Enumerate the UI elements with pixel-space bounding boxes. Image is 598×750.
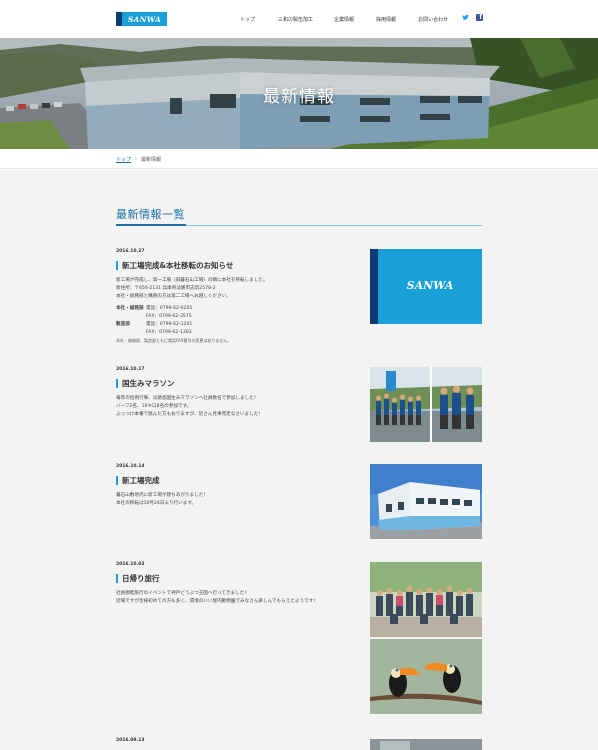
breadcrumb-home[interactable]: トップ [116,156,131,163]
hero-title: 最新情報 [263,87,335,107]
news-item: 2016.09.13 [116,738,482,750]
contact-row: FAX：0799-62-1303 [116,329,356,337]
news-title[interactable]: 新工場完成 [116,476,160,485]
news-line: 本社・総務部と購買の方は第二工場へお越しください。 [116,294,231,299]
news-thumbnail[interactable] [370,367,482,442]
nav-fabrication[interactable]: 三和の製缶加工 [278,16,313,23]
news-line: 近場ですが皆様初めての方も多く、環境のいい屋内動物園でみなさん楽しんでもらえたよ… [116,599,318,604]
group-photo [370,562,482,637]
news-line: ハーフ2名、10キロ8名の参加です。 [116,404,192,409]
contact-row: 本社・総務部 電話：0799-62-0205 [116,305,356,313]
main-content: 最新情報一覧 2016.10.27 新工場完成&本社移転のお知らせ 新工場が完成… [0,170,598,750]
nav-company[interactable]: 企業情報 [334,16,354,23]
news-body: 暮石山敷地内に新工場が建ちあがりました！ 本社の移転は10月24日より行います。 [116,492,356,508]
contact-fax: FAX：0799-62-3575 [146,314,192,319]
breadcrumb-current: 最新情報 [141,157,162,163]
facebook-icon[interactable]: f [476,14,483,21]
breadcrumb-bar: トップ › 最新情報 [0,149,598,169]
thumbnail-logo-text: SANWA [406,279,454,292]
contact-phone: 電話：0799-62-1201 [146,322,193,327]
news-item: 2016.10.03 日帰り旅行 社員親睦旅行のイベントで神戸どうぶつ王国へ行っ… [116,562,482,722]
contact-phone: 電話：0799-62-0205 [146,306,193,311]
twitter-icon[interactable] [462,14,469,21]
news-item: 2016.10.27 新工場完成&本社移転のお知らせ 新工場が完成し、第一工場（… [116,249,482,349]
news-title[interactable]: 日帰り旅行 [116,574,160,583]
news-line: ぶっつけ本番で挑んだ方もおりますが、皆さん見事完走なさいました！ [116,412,263,417]
contact-fax: FAX：0799-62-1303 [146,330,192,335]
news-note: 本社・総務部、製造部ともに電話FAX番号の変更はありません。 [116,338,232,343]
toucan-photo [370,639,482,714]
breadcrumb: トップ › 最新情報 [116,156,161,163]
nav-contact[interactable]: お問い合わせ [418,16,448,23]
section-title: 最新情報一覧 [116,208,185,221]
news-thumbnail[interactable] [370,562,482,714]
next-news-photo [370,739,482,750]
nav-top[interactable]: トップ [240,16,255,23]
news-line: 本社の移転は10月24日より行います。 [116,501,197,506]
site-header: SANWA トップ 三和の製缶加工 企業情報 採用情報 お問い合わせ f [0,0,598,38]
social-links: f [462,14,483,21]
marathon-photo [370,367,482,442]
sanwa-logo[interactable]: SANWA [116,12,167,26]
news-body: 毎年の恒例行事、淡路島国生みマラソンへ社員数名で参加しました！ ハーフ2名、10… [116,395,356,419]
news-line: 暮石山敷地内に新工場が建ちあがりました！ [116,493,208,498]
news-thumbnail[interactable]: SANWA [370,249,482,324]
news-body: 新工場が完成し、第一工場（旧暮石山工場）の隣に本社を移転しました。 新住所：〒6… [116,277,356,345]
news-line: 新工場が完成し、第一工場（旧暮石山工場）の隣に本社を移転しました。 [116,278,268,283]
logo-text: SANWA [127,14,162,24]
news-line: 毎年の恒例行事、淡路島国生みマラソンへ社員数名で参加しました！ [116,396,259,401]
nav-recruit[interactable]: 採用情報 [376,16,396,23]
breadcrumb-separator: › [135,156,138,162]
contact-row: 製造部 電話：0799-62-1201 [116,321,356,329]
news-item: 2016.10.17 国生みマラソン 毎年の恒例行事、淡路島国生みマラソンへ社員… [116,367,482,447]
hero-banner: 最新情報 [0,38,598,149]
contact-dept: 製造部 [116,322,130,327]
news-thumbnail[interactable] [370,736,482,750]
news-thumbnail[interactable] [370,464,482,539]
news-title[interactable]: 新工場完成&本社移転のお知らせ [116,261,233,270]
news-body: 社員親睦旅行のイベントで神戸どうぶつ王国へ行ってきました！ 近場ですが皆様初めて… [116,590,356,606]
news-line: 新住所：〒656-2131 兵庫県淡路市志筑2578-2 [116,286,216,291]
section-divider-accent [116,224,186,226]
contact-row: FAX：0799-62-3575 [116,313,356,321]
news-line: 社員親睦旅行のイベントで神戸どうぶつ王国へ行ってきました！ [116,591,249,596]
section-divider [116,224,482,226]
contact-dept: 本社・総務部 [116,306,144,311]
new-factory-photo [370,464,482,539]
main-nav: トップ 三和の製缶加工 企業情報 採用情報 お問い合わせ [240,16,448,23]
news-item: 2016.10.14 新工場完成 暮石山敷地内に新工場が建ちあがりました！ 本社… [116,464,482,544]
news-title[interactable]: 国生みマラソン [116,379,175,388]
